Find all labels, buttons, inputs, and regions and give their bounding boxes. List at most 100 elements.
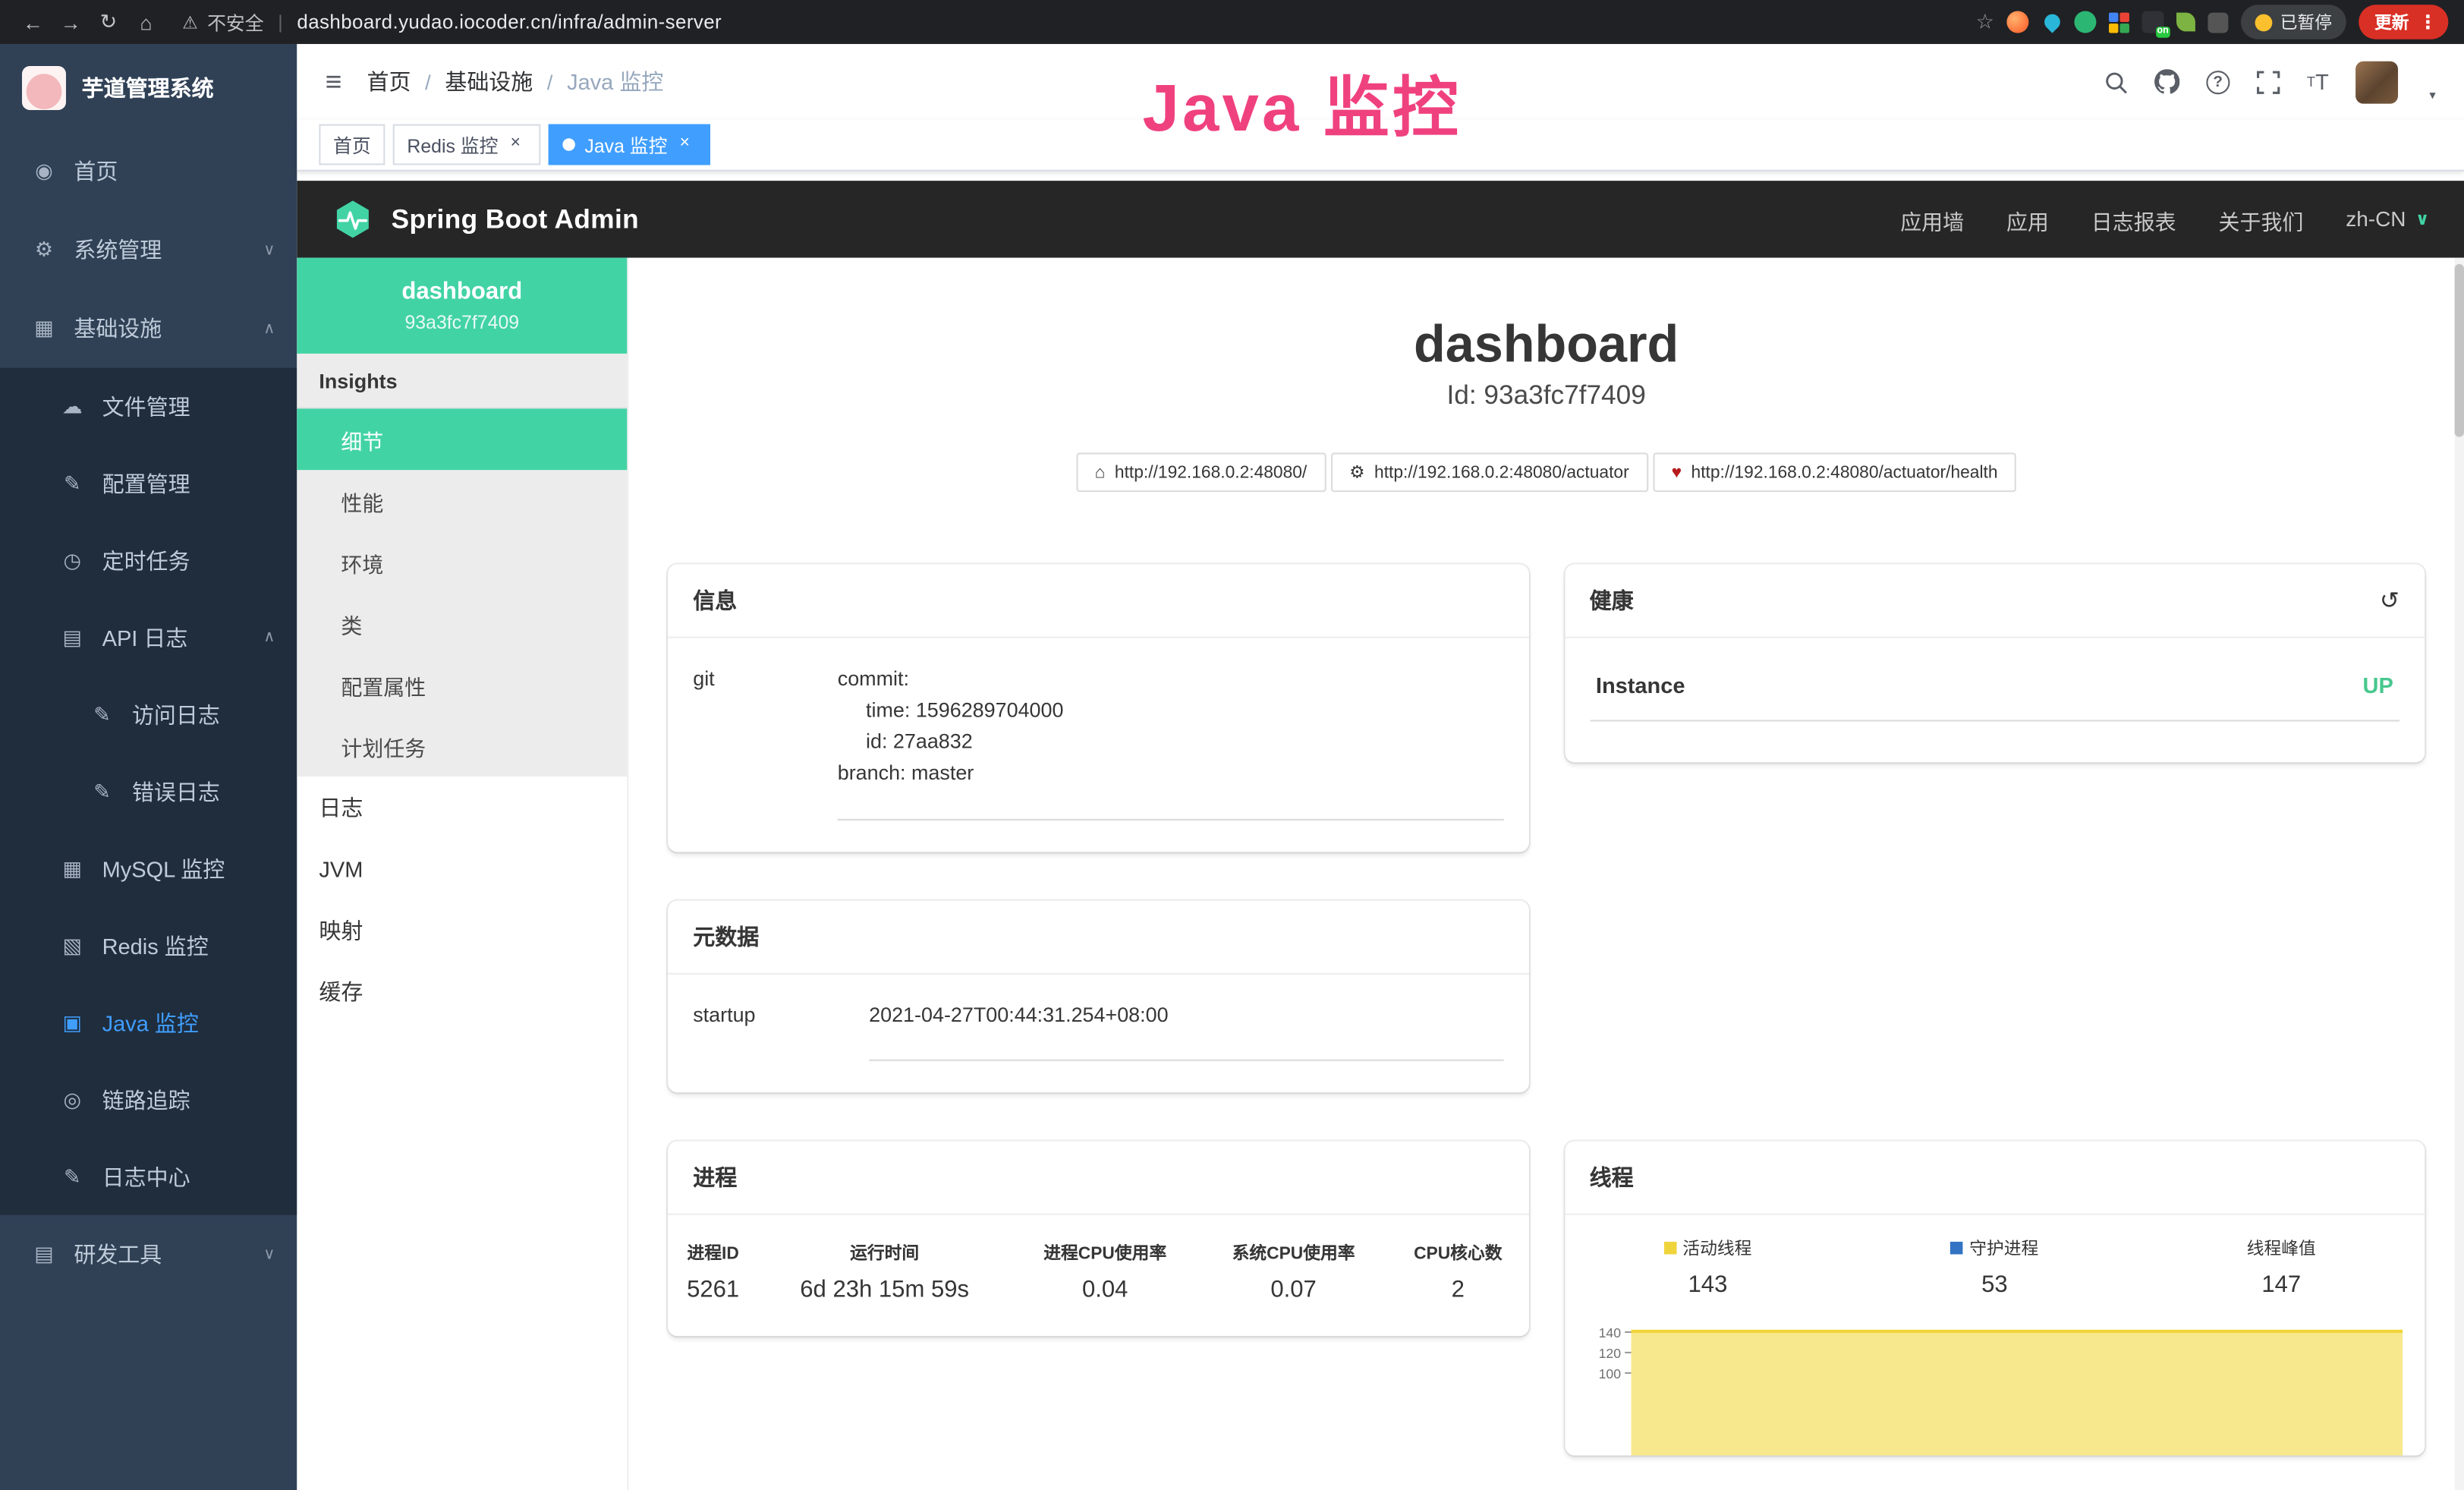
sba-nav-wallboard[interactable]: 应用墙 xyxy=(1900,203,1964,235)
sidebar-item-infrastructure[interactable]: ▦ 基础设施 ∧ xyxy=(0,289,297,368)
sidebar-item-config-management[interactable]: ✎ 配置管理 xyxy=(0,445,297,521)
sba-item-caches[interactable]: 缓存 xyxy=(297,960,627,1022)
update-label: 更新 xyxy=(2374,9,2409,34)
fullscreen-icon[interactable] xyxy=(2256,70,2280,93)
sba-item-details[interactable]: 细节 xyxy=(297,408,627,470)
sidebar-item-java-monitor[interactable]: ▣ Java 监控 xyxy=(0,984,297,1060)
status-badge: UP xyxy=(2363,673,2393,698)
green-extension-icon[interactable] xyxy=(2074,11,2096,33)
github-icon[interactable] xyxy=(2154,69,2179,94)
sba-item-config-props[interactable]: 配置属性 xyxy=(297,654,627,715)
sba-item-classes[interactable]: 类 xyxy=(297,593,627,654)
edit-icon: ✎ xyxy=(90,779,115,804)
sidebar-item-api-logs[interactable]: ▤ API 日志 ∧ xyxy=(0,599,297,676)
scrollbar-track[interactable] xyxy=(2455,258,2464,1490)
sidebar-item-log-center[interactable]: ✎ 日志中心 xyxy=(0,1138,297,1214)
drop-extension-icon[interactable] xyxy=(2041,12,2062,33)
sidebar-item-system-management[interactable]: ⚙ 系统管理 ∨ xyxy=(0,210,297,289)
tab-java-monitor[interactable]: Java 监控 × xyxy=(549,124,710,165)
close-icon[interactable]: × xyxy=(505,134,527,156)
sidebar-item-dev-tools[interactable]: ▤ 研发工具 ∨ xyxy=(0,1215,297,1294)
sidebar-item-file-management[interactable]: ☁ 文件管理 xyxy=(0,368,297,445)
address-bar[interactable]: ⚠ 不安全 | dashboard.yudao.iocoder.cn/infra… xyxy=(182,8,1972,35)
sidebar-item-redis-monitor[interactable]: ▧ Redis 监控 xyxy=(0,907,297,984)
leaf-extension-icon[interactable] xyxy=(2176,13,2195,32)
sba-item-environment[interactable]: 环境 xyxy=(297,531,627,593)
cards-grid: 信息 git commit: time: 1596289704000 id: 2… xyxy=(668,564,2425,1455)
process-card-title: 进程 xyxy=(693,1161,737,1192)
tab-label: Redis 监控 xyxy=(407,131,498,158)
sidebar-item-home[interactable]: ◉ 首页 xyxy=(0,132,297,211)
page-subtitle: Id: 93a3fc7f7409 xyxy=(668,380,2425,411)
actuator-url-button[interactable]: ⚙ http://192.168.0.2:48080/actuator xyxy=(1330,452,1647,492)
sba-item-mappings[interactable]: 映射 xyxy=(297,899,627,960)
locale-selector[interactable]: zh-CN ∨ xyxy=(2346,207,2429,231)
home-icon[interactable]: ⌂ xyxy=(129,10,164,33)
bookmark-star-icon[interactable]: ☆ xyxy=(1976,9,1994,34)
history-icon[interactable]: ↺ xyxy=(2380,589,2399,613)
sba-item-metrics[interactable]: 性能 xyxy=(297,470,627,531)
metadata-card: 元数据 startup 2021-04-27T00:44:31.254+08:0… xyxy=(668,900,1528,1092)
health-url-button[interactable]: ♥ http://192.168.0.2:48080/actuator/heal… xyxy=(1653,452,2017,492)
scrollbar-thumb[interactable] xyxy=(2455,264,2464,437)
service-url-button[interactable]: ⌂ http://192.168.0.2:48080/ xyxy=(1076,452,1326,492)
yellow-swatch-icon xyxy=(1663,1241,1676,1254)
grid-extension-icon[interactable] xyxy=(2109,12,2129,33)
instance-id: 93a3fc7f7409 xyxy=(313,311,611,333)
info-card-title: 信息 xyxy=(693,584,737,616)
sidebar-item-access-logs[interactable]: ✎ 访问日志 xyxy=(0,676,297,752)
back-icon[interactable]: ← xyxy=(16,10,51,33)
update-button[interactable]: 更新 ⋮ xyxy=(2359,5,2448,39)
app-logo[interactable]: 芋道管理系统 xyxy=(0,44,297,132)
sidebar-item-mysql-monitor[interactable]: ▦ MySQL 监控 xyxy=(0,830,297,906)
tab-redis-monitor[interactable]: Redis 监控 × xyxy=(393,124,541,165)
sidebar-item-scheduled-jobs[interactable]: ◷ 定时任务 xyxy=(0,522,297,599)
process-table: 进程ID 运行时间 进程CPU使用率 系统CPU使用率 CPU核心数 xyxy=(668,1224,1528,1323)
sba-nav-journal[interactable]: 日志报表 xyxy=(2091,203,2176,235)
col-cpu-cores: CPU核心数 xyxy=(1388,1224,1528,1268)
breadcrumb-home[interactable]: 首页 xyxy=(367,66,411,97)
breadcrumb-current: Java 监控 xyxy=(567,66,663,97)
font-size-icon[interactable]: TT xyxy=(2307,69,2329,94)
metadata-key: startup xyxy=(693,999,869,1060)
switch-extension-icon[interactable]: on xyxy=(2141,11,2163,33)
breadcrumb-separator: / xyxy=(547,70,553,93)
fox-extension-icon[interactable] xyxy=(2006,11,2028,33)
avatar[interactable] xyxy=(2355,61,2398,103)
sba-item-scheduled-tasks[interactable]: 计划任务 xyxy=(297,715,627,777)
page-title: dashboard xyxy=(668,314,2425,374)
browser-chrome: ← → ↻ ⌂ ⚠ 不安全 | dashboard.yudao.iocoder.… xyxy=(0,0,2464,44)
close-icon[interactable]: × xyxy=(674,134,696,156)
caret-down-icon[interactable]: ▾ xyxy=(2429,87,2435,103)
reload-icon[interactable]: ↻ xyxy=(91,9,126,34)
sidebar-item-trace[interactable]: ◎ 链路追踪 xyxy=(0,1061,297,1138)
hamburger-icon[interactable]: ≡ xyxy=(326,65,342,98)
chevron-down-icon: ∨ xyxy=(2415,209,2430,229)
git-time-line: time: 1596289704000 xyxy=(838,695,1503,727)
paused-badge[interactable]: 已暂停 xyxy=(2241,5,2346,39)
sba-nav-about[interactable]: 关于我们 xyxy=(2219,203,2304,235)
sba-nav-applications[interactable]: 应用 xyxy=(2006,203,2049,235)
puzzle-extension-icon[interactable] xyxy=(2208,12,2228,33)
kebab-menu-icon[interactable]: ⋮ xyxy=(2415,11,2440,33)
gear-icon: ⚙ xyxy=(31,238,56,263)
sba-item-logs[interactable]: 日志 xyxy=(297,777,627,838)
git-branch-line: branch: master xyxy=(838,758,1503,790)
screen: ← → ↻ ⌂ ⚠ 不安全 | dashboard.yudao.iocoder.… xyxy=(0,0,2464,1490)
tab-label: Java 监控 xyxy=(584,131,667,158)
git-id-line: id: 27aa832 xyxy=(838,726,1503,758)
search-icon[interactable] xyxy=(2104,70,2128,93)
tab-home[interactable]: 首页 xyxy=(319,124,385,165)
cpu-cores-value: 2 xyxy=(1388,1268,1528,1323)
sidebar-item-error-logs[interactable]: ✎ 错误日志 xyxy=(0,753,297,830)
health-instance-row[interactable]: Instance UP xyxy=(1590,657,2399,722)
sba-item-jvm[interactable]: JVM xyxy=(297,838,627,899)
sidebar-item-label: 访问日志 xyxy=(132,698,220,729)
metadata-value: 2021-04-27T00:44:31.254+08:00 xyxy=(869,999,1503,1060)
tabs-bar: 首页 Redis 监控 × Java 监控 × xyxy=(297,119,2464,171)
breadcrumb-infrastructure[interactable]: 基础设施 xyxy=(445,66,533,97)
help-icon[interactable]: ? xyxy=(2206,70,2230,93)
sba-instance-header[interactable]: dashboard 93a3fc7f7409 xyxy=(297,258,627,354)
security-label: 不安全 xyxy=(207,8,264,35)
forward-icon[interactable]: → xyxy=(53,10,88,33)
